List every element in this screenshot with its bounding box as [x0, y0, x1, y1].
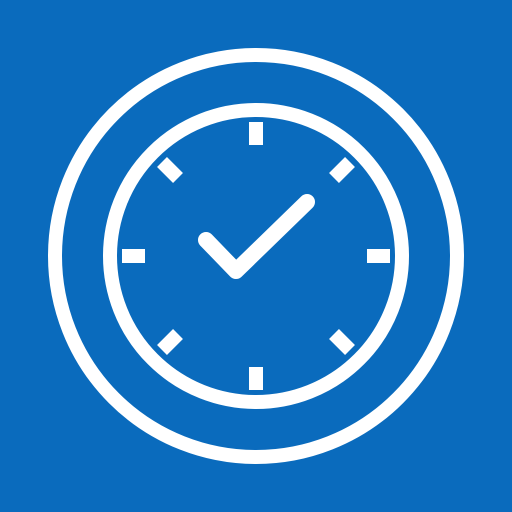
tick-1-30 — [329, 157, 355, 183]
tick-10-30 — [157, 157, 183, 183]
tick-7-30 — [157, 329, 183, 355]
clock-check-svg — [48, 48, 464, 464]
clock-check-icon — [0, 0, 512, 512]
tick-4-30 — [329, 329, 355, 355]
checkmark-icon — [198, 194, 315, 279]
